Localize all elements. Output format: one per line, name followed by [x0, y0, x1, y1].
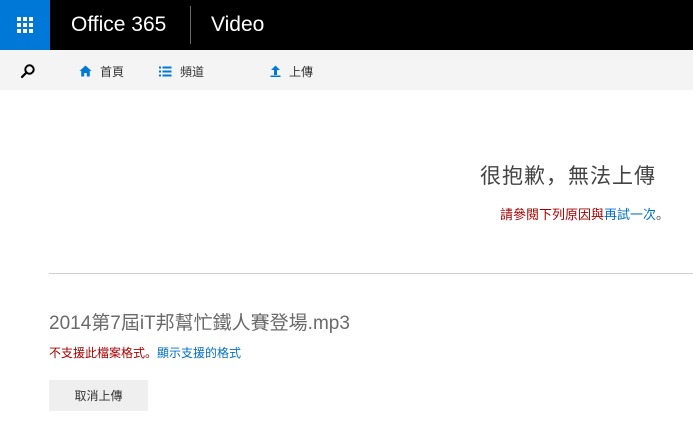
search-icon [20, 64, 35, 79]
top-bar: Office 365 Video [0, 0, 693, 50]
file-name: 2014第7屆iT邦幫忙鐵人賽登場.mp3 [49, 313, 350, 334]
error-subtitle-end: 。 [655, 208, 669, 223]
list-icon [159, 66, 172, 76]
nav-home[interactable]: 首頁 [79, 62, 124, 80]
nav-channels-label: 頻道 [180, 64, 205, 79]
cancel-upload-button[interactable]: 取消上傳 [49, 380, 148, 411]
search-button[interactable] [20, 63, 36, 79]
upload-icon [270, 65, 281, 77]
app-title[interactable]: Video [211, 13, 264, 37]
file-error-text: 不支援此檔案格式。 [49, 346, 158, 360]
suite-title[interactable]: Office 365 [71, 13, 166, 37]
nav-bar: 首頁 頻道 上傳 [0, 50, 693, 90]
error-subtitle: 請參閱下列原因與再試一次。 [500, 204, 669, 223]
app-launcher-button[interactable] [0, 0, 50, 50]
nav-channels[interactable]: 頻道 [159, 62, 204, 80]
nav-home-label: 首頁 [100, 64, 125, 79]
file-error: 不支援此檔案格式。顯示支援的格式 [49, 344, 241, 361]
error-title: 很抱歉，無法上傳 [480, 164, 656, 188]
header-divider [190, 6, 191, 44]
nav-upload[interactable]: 上傳 [270, 62, 313, 80]
home-icon [79, 65, 92, 77]
section-divider [49, 273, 693, 274]
show-supported-formats-link[interactable]: 顯示支援的格式 [157, 346, 241, 360]
error-subtitle-text: 請參閱下列原因與 [499, 208, 604, 223]
nav-upload-label: 上傳 [289, 64, 314, 79]
retry-link[interactable]: 再試一次 [604, 208, 656, 223]
